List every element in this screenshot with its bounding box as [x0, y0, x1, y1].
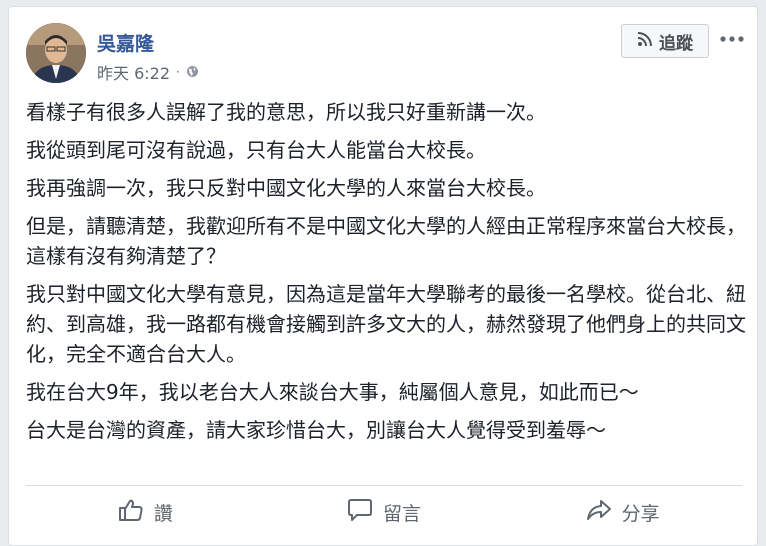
like-button[interactable]: 讚 — [26, 487, 265, 537]
follow-label: 追蹤 — [659, 33, 693, 54]
like-label: 讚 — [153, 502, 173, 525]
comment-icon — [347, 498, 373, 527]
actions-divider — [26, 485, 742, 486]
post-body: 看樣子有很多人誤解了我的意思，所以我只好重新講一次。 我從頭到尾可沒有說過，只有… — [26, 97, 746, 453]
meta-separator: · — [176, 65, 180, 79]
post-paragraph: 看樣子有很多人誤解了我的意思，所以我只好重新講一次。 — [26, 100, 546, 124]
comment-button[interactable]: 留言 — [265, 487, 504, 537]
post-paragraph: 台大是台灣的資產，請大家珍惜台大，別讓台大人覺得受到羞辱～ — [26, 418, 606, 442]
post-meta: 昨天 6:22 · — [97, 61, 199, 83]
globe-icon[interactable] — [186, 63, 199, 82]
thumbs-up-icon — [118, 498, 144, 527]
avatar-image — [26, 23, 86, 83]
rss-icon — [637, 31, 653, 52]
post-paragraph: 但是，請聽清楚，我歡迎所有不是中國文化大學的人經由正常程序來當台大校長，這樣有沒… — [26, 214, 746, 268]
post-card: 吳嘉隆 昨天 6:22 · 追蹤 看樣子有很多人誤解了我的意思，所以我只好重新講… — [8, 6, 758, 546]
action-bar: 讚 留言 分享 — [26, 487, 742, 537]
author-name[interactable]: 吳嘉隆 — [97, 29, 154, 56]
post-paragraph: 我只對中國文化大學有意見，因為這是當年大學聯考的最後一名學校。從台北、紐約、到高… — [26, 282, 746, 366]
share-icon — [586, 498, 612, 527]
post-paragraph: 我再強調一次，我只反對中國文化大學的人來當台大校長。 — [26, 176, 546, 200]
timestamp[interactable]: 昨天 6:22 — [97, 60, 170, 84]
comment-label: 留言 — [383, 502, 422, 525]
post-paragraph: 我在台大9年，我以老台大人來談台大事，純屬個人意見，如此而已～ — [26, 380, 639, 404]
share-button[interactable]: 分享 — [503, 487, 742, 537]
avatar[interactable] — [26, 23, 86, 83]
follow-button[interactable]: 追蹤 — [621, 24, 709, 58]
post-paragraph: 我從頭到尾可沒有說過，只有台大人能當台大校長。 — [26, 138, 486, 162]
share-label: 分享 — [621, 502, 660, 525]
more-options-icon[interactable] — [717, 27, 747, 51]
